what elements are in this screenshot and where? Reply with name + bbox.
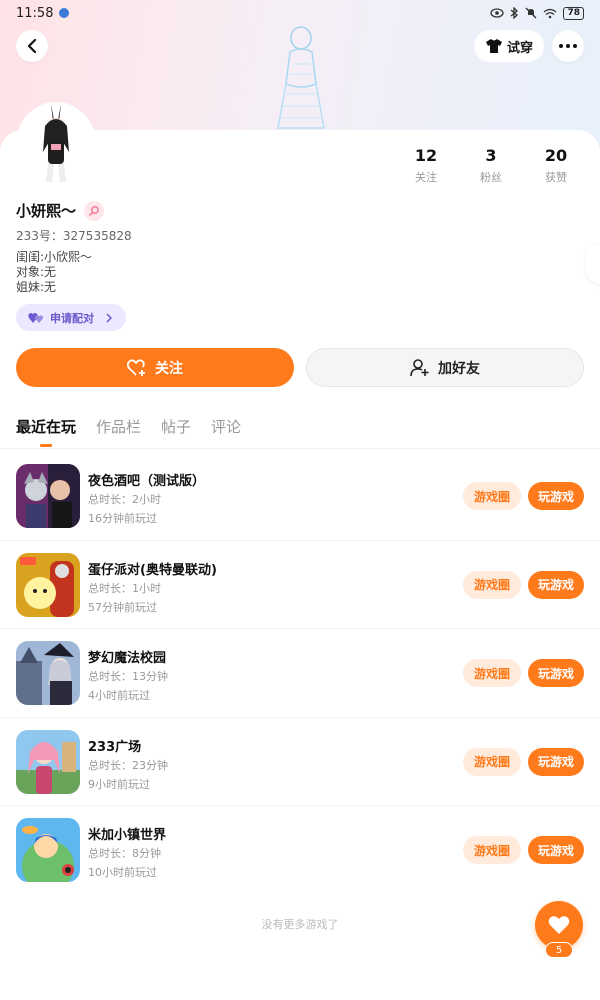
tabs-divider (0, 448, 600, 449)
user-plus-icon (410, 358, 429, 376)
add-friend-button[interactable]: 加好友 (306, 348, 584, 387)
eye-icon (490, 8, 505, 18)
side-drawer-handle[interactable] (586, 244, 600, 284)
miga-town-game-icon[interactable] (16, 818, 80, 882)
heart-plus-icon (127, 358, 145, 376)
profile-tabs: 最近在玩 作品栏 帖子 评论 (16, 416, 241, 447)
battery-indicator: 78 (563, 6, 584, 20)
play-game-button[interactable]: 玩游戏 (528, 570, 584, 599)
status-bar: 11:58 78 (0, 0, 600, 26)
request-pair-button[interactable]: 申请配对 (16, 304, 126, 331)
play-game-button[interactable]: 玩游戏 (528, 659, 584, 687)
game-name: 夜色酒吧（测试版） (88, 474, 206, 489)
gender-badge-icon (84, 200, 105, 221)
heart-icon (548, 916, 570, 934)
no-more-games-text: 没有更多游戏了 (261, 918, 339, 931)
chevron-left-icon (27, 39, 37, 53)
play-game-button[interactable]: 玩游戏 (528, 747, 584, 776)
tshirt-icon (485, 39, 502, 53)
tab-comments[interactable]: 评论 (211, 416, 241, 437)
more-options-button[interactable] (552, 30, 584, 62)
game-row[interactable]: 米加小镇世界 总时长：8分钟 10小时前玩过 游戏圈 玩游戏 (0, 806, 600, 895)
try-on-button[interactable]: 试穿 (474, 30, 544, 62)
game-circle-button[interactable]: 游戏圈 (463, 570, 521, 599)
game-name: 米加小镇世界 (88, 828, 167, 843)
more-dots-icon (559, 44, 577, 48)
game-duration: 总时长：8分钟 (88, 847, 161, 860)
avatar[interactable] (16, 102, 96, 186)
bio-line: 闺闺:小欣熙～ (16, 250, 93, 264)
tab-posts[interactable]: 帖子 (161, 416, 191, 437)
game-last-played: 9小时前玩过 (88, 777, 150, 791)
game-duration: 总时长：23分钟 (88, 758, 168, 772)
recent-games-list: 夜色酒吧（测试版） 总时长：2小时 16分钟前玩过 游戏圈 玩游戏 蛋仔派对(奥… (0, 452, 600, 895)
game-last-played: 16分钟前玩过 (88, 512, 157, 525)
game-last-played: 10小时前玩过 (88, 866, 157, 879)
profile-stats: 12 关注 3 粉丝 20 获赞 (396, 146, 586, 185)
mute-bell-icon (526, 7, 537, 19)
game-duration: 总时长：2小时 (88, 493, 161, 506)
like-count-badge: 5 (545, 942, 573, 958)
game-circle-button[interactable]: 游戏圈 (463, 659, 521, 687)
active-tab-indicator (40, 444, 52, 447)
stat-value: 20 (544, 146, 568, 165)
game-name: 蛋仔派对(奥特曼联动) (88, 562, 217, 578)
stat-value: 3 (485, 146, 497, 165)
profile-bio: 闺闺:小欣熙～ 对象:无 姐妹:无 (16, 250, 92, 295)
stat-label: 关注 (415, 171, 437, 184)
stat-following[interactable]: 12 关注 (396, 146, 456, 185)
request-pair-label: 申请配对 (50, 311, 94, 325)
back-button[interactable] (16, 30, 48, 62)
avatar-hologram-figure (277, 26, 325, 129)
plaza-233-game-icon[interactable] (16, 729, 80, 794)
chevron-right-icon (106, 312, 112, 323)
hearts-icon (28, 312, 43, 323)
tab-works[interactable]: 作品栏 (96, 416, 141, 437)
notification-dot-icon (59, 8, 70, 18)
status-time: 11:58 (16, 5, 54, 21)
play-game-button[interactable]: 玩游戏 (528, 836, 584, 864)
magic-school-game-icon[interactable] (16, 641, 80, 705)
follow-button[interactable]: 关注 (16, 348, 294, 387)
try-on-label: 试穿 (506, 40, 533, 56)
play-game-button[interactable]: 玩游戏 (528, 482, 584, 510)
game-last-played: 4小时前玩过 (88, 689, 150, 702)
game-duration: 总时长：13分钟 (88, 670, 168, 683)
stat-fans[interactable]: 3 粉丝 (461, 146, 521, 185)
game-duration: 总时长：1小时 (88, 581, 161, 595)
follow-label: 关注 (155, 360, 183, 377)
game-row[interactable]: 夜色酒吧（测试版） 总时长：2小时 16分钟前玩过 游戏圈 玩游戏 (0, 452, 600, 541)
stat-likes[interactable]: 20 获赞 (526, 146, 586, 185)
tab-recently-played[interactable]: 最近在玩 (16, 416, 76, 437)
stat-value: 12 (414, 146, 438, 165)
bio-line: 姐妹:无 (16, 280, 57, 294)
game-row[interactable]: 233广场 总时长：23分钟 9小时前玩过 游戏圈 玩游戏 (0, 718, 600, 806)
night-bar-game-icon[interactable] (16, 464, 80, 528)
stat-label: 获赞 (545, 171, 567, 184)
game-row[interactable]: 梦幻魔法校园 总时长：13分钟 4小时前玩过 游戏圈 玩游戏 (0, 629, 600, 718)
game-row[interactable]: 蛋仔派对(奥特曼联动) 总时长：1小时 57分钟前玩过 游戏圈 玩游戏 (0, 541, 600, 629)
game-circle-button[interactable]: 游戏圈 (463, 747, 521, 776)
wifi-icon (544, 8, 557, 18)
game-last-played: 57分钟前玩过 (88, 600, 157, 614)
user-avatar-image (43, 104, 69, 182)
bio-line: 对象:无 (16, 265, 57, 279)
profile-uid: 233号：327535828 (16, 229, 132, 243)
stat-label: 粉丝 (480, 171, 502, 184)
profile-name-row: 小妍熙～ (16, 200, 105, 221)
game-circle-button[interactable]: 游戏圈 (463, 482, 521, 510)
add-friend-label: 加好友 (438, 360, 480, 377)
bluetooth-icon (511, 7, 519, 19)
game-name: 梦幻魔法校园 (88, 651, 167, 666)
game-circle-button[interactable]: 游戏圈 (463, 836, 521, 864)
game-name: 233广场 (88, 739, 142, 755)
egg-party-game-icon[interactable] (16, 552, 80, 617)
profile-name: 小妍熙～ (16, 202, 77, 220)
